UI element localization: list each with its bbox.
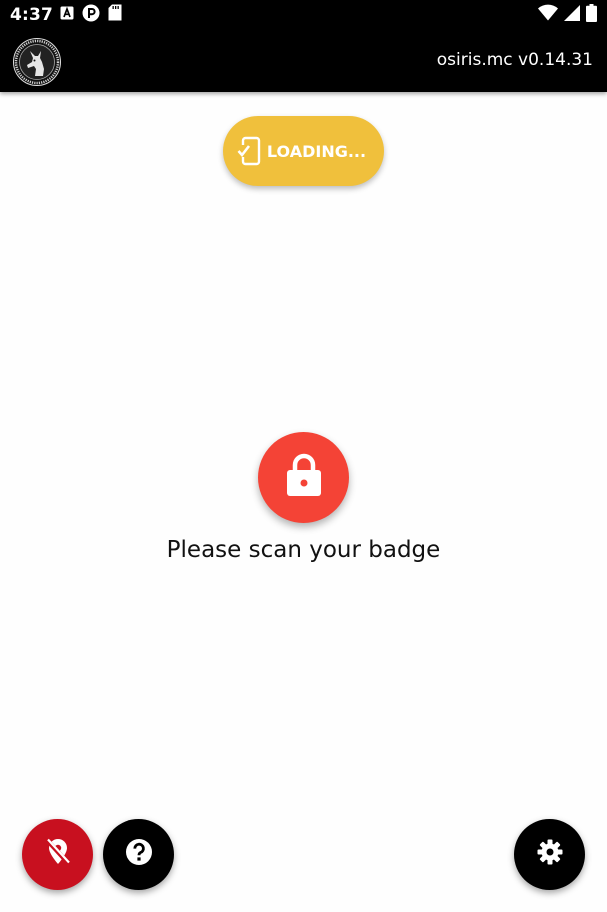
help-icon [125, 838, 153, 871]
status-notification-icons [60, 4, 122, 27]
app-screen: 4:37 osiris.mc v0.14.31 LOADING... Pleas… [0, 0, 607, 912]
gear-icon [536, 838, 564, 871]
sd-card-icon [108, 4, 122, 26]
signal-icon [564, 4, 580, 26]
status-system-icons [538, 3, 597, 27]
lock-button[interactable] [258, 432, 349, 523]
app-bar: osiris.mc v0.14.31 [0, 30, 607, 92]
settings-button[interactable] [514, 819, 585, 890]
location-off-icon [44, 837, 72, 872]
phone-check-icon [237, 136, 263, 166]
scan-badge-prompt: Please scan your badge [166, 537, 441, 563]
loading-chip[interactable]: LOADING... [223, 116, 384, 186]
notification-p-icon [82, 4, 100, 27]
loading-label: LOADING... [266, 141, 367, 161]
status-time: 4:37 [10, 5, 54, 25]
battery-icon [586, 3, 597, 27]
anubis-logo-icon[interactable] [13, 38, 61, 86]
notification-a-icon [60, 6, 74, 25]
location-off-button[interactable] [22, 819, 93, 890]
wifi-icon [538, 4, 558, 26]
help-button[interactable] [103, 819, 174, 890]
status-bar: 4:37 [0, 0, 607, 30]
lock-icon [284, 452, 324, 503]
app-version-label: osiris.mc v0.14.31 [436, 50, 593, 70]
